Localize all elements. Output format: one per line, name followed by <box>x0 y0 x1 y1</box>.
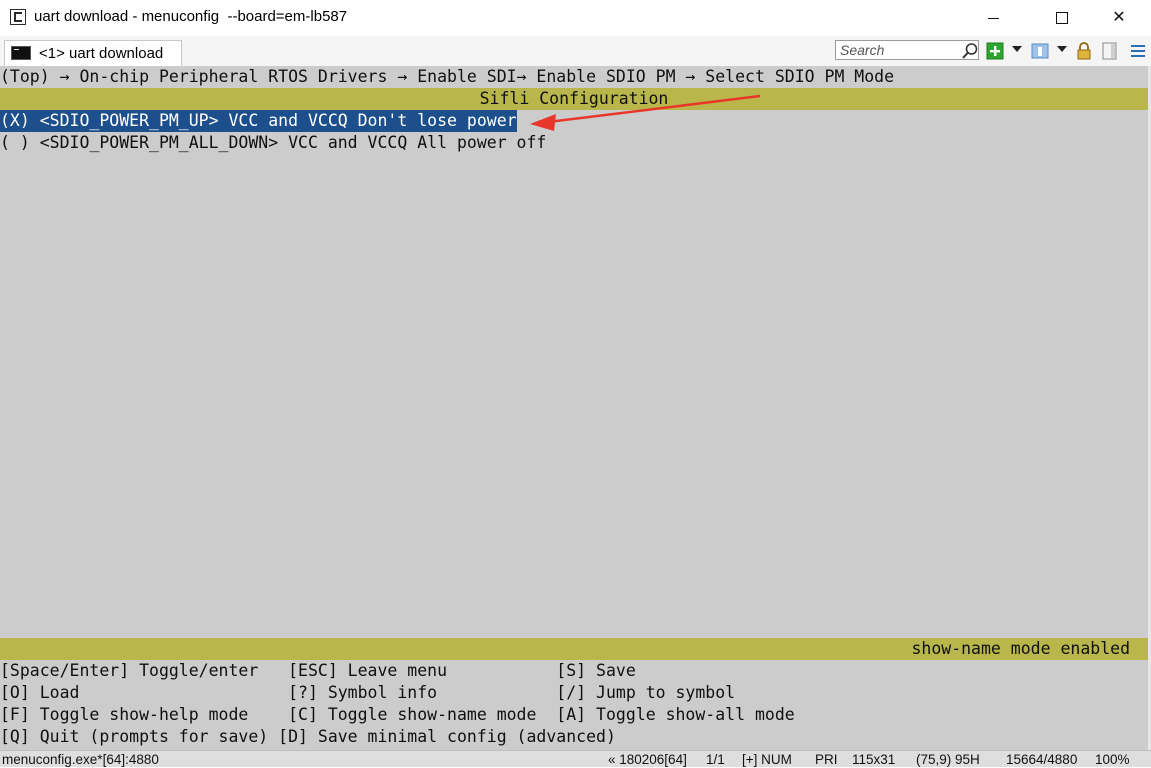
view-dropdown-icon[interactable] <box>1057 46 1067 52</box>
status-pid: 15664/4880 <box>1006 752 1078 767</box>
config-title: Sifli Configuration <box>479 89 669 108</box>
help-line: [Q] Quit (prompts for save) [D] Save min… <box>0 727 616 746</box>
search-box[interactable] <box>835 40 979 60</box>
help-line: [Space/Enter] Toggle/enter [ESC] Leave m… <box>0 661 636 680</box>
console-tab[interactable]: <1> uart download <box>4 40 182 66</box>
status-cursor: (75,9) 95H <box>916 752 980 767</box>
status-priority: PRI <box>815 752 838 767</box>
panel-icon[interactable] <box>1101 42 1119 60</box>
console-icon <box>11 46 31 60</box>
mode-status: show-name mode enabled <box>911 639 1130 658</box>
menu-icon[interactable] <box>1129 42 1147 60</box>
close-button[interactable]: ✕ <box>1096 0 1142 36</box>
console-status-bar: menuconfig.exe*[64]:4880 « 180206[64] 1/… <box>0 750 1151 767</box>
option-sdio-power-pm-all-down[interactable]: ( ) <SDIO_POWER_PM_ALL_DOWN> VCC and VCC… <box>0 132 546 154</box>
status-size: 115x31 <box>852 752 896 767</box>
new-console-dropdown-icon[interactable] <box>1012 46 1022 52</box>
breadcrumb: (Top) → On-chip Peripheral RTOS Drivers … <box>0 67 895 86</box>
view-icon[interactable] <box>1031 42 1049 60</box>
maximize-button[interactable] <box>1038 0 1084 36</box>
search-input[interactable] <box>836 41 962 59</box>
status-zoom: 100% <box>1095 752 1130 767</box>
status-process: menuconfig.exe*[64]:4880 <box>2 752 159 767</box>
app-icon <box>10 9 26 25</box>
option-sdio-power-pm-up[interactable]: (X) <SDIO_POWER_PM_UP> VCC and VCCQ Don'… <box>0 110 517 132</box>
new-console-icon[interactable] <box>986 42 1004 60</box>
status-build: « 180206[64] <box>608 752 687 767</box>
tab-label: <1> uart download <box>39 45 164 62</box>
terminal[interactable]: (Top) → On-chip Peripheral RTOS Drivers … <box>0 66 1148 750</box>
status-flags: [+] NUM <box>742 752 792 767</box>
help-line: [F] Toggle show-help mode [C] Toggle sho… <box>0 705 795 724</box>
toolbar: <1> uart download <box>0 36 1151 67</box>
title-bar: uart download - menuconfig --board=em-lb… <box>0 0 1151 36</box>
minimize-button[interactable] <box>970 0 1016 36</box>
lock-icon[interactable] <box>1075 42 1093 60</box>
status-page: 1/1 <box>706 752 725 767</box>
window-title: uart download - menuconfig --board=em-lb… <box>34 8 348 25</box>
help-line: [O] Load [?] Symbol info [/] Jump to sym… <box>0 683 736 702</box>
search-icon[interactable] <box>961 42 979 60</box>
